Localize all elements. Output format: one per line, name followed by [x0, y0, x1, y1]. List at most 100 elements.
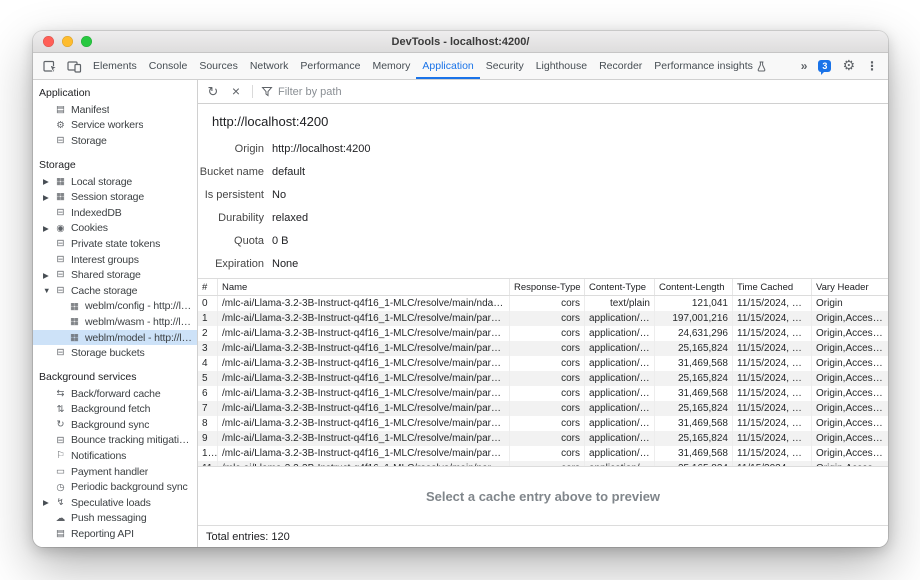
sidebar-item-back-forward-cache[interactable]: ⇆Back/forward cache: [33, 386, 197, 402]
cell-response_type: cors: [510, 431, 585, 446]
meta-value: No: [272, 189, 286, 201]
chevron-right-icon[interactable]: ▶: [43, 193, 54, 202]
tab-memory[interactable]: Memory: [366, 53, 416, 79]
filter-icon[interactable]: [261, 86, 273, 97]
cell-response_type: cors: [510, 386, 585, 401]
toolbar-divider: [252, 85, 253, 98]
chevron-down-icon[interactable]: ▼: [43, 286, 54, 295]
cache-entry-row[interactable]: 3/mlc-ai/Llama-3.2-3B-Instruct-q4f16_1-M…: [198, 341, 888, 356]
cache-metadata: http://localhost:4200 Originhttp://local…: [198, 104, 888, 278]
sidebar-item-session-storage[interactable]: ▶▦Session storage: [33, 189, 197, 205]
cell-content_type: application/oc…: [585, 401, 655, 416]
refresh-icon[interactable]: [203, 83, 223, 101]
sidebar-item-weblm-model-http-loc[interactable]: ▦weblm/model - http://loc…: [33, 330, 197, 346]
tab-label: Application: [422, 60, 473, 72]
chevron-right-icon[interactable]: ▶: [43, 498, 54, 507]
cache-entry-row[interactable]: 7/mlc-ai/Llama-3.2-3B-Instruct-q4f16_1-M…: [198, 401, 888, 416]
tab-lighthouse[interactable]: Lighthouse: [530, 53, 593, 79]
cell-name: /mlc-ai/Llama-3.2-3B-Instruct-q4f16_1-ML…: [218, 386, 510, 401]
sidebar-item-notifications[interactable]: ⚐Notifications: [33, 448, 197, 464]
inspect-element-icon[interactable]: [41, 57, 59, 75]
cache-entry-row[interactable]: 2/mlc-ai/Llama-3.2-3B-Instruct-q4f16_1-M…: [198, 326, 888, 341]
minimize-button[interactable]: [62, 36, 73, 47]
sidebar-item-payment-handler[interactable]: ▭Payment handler: [33, 464, 197, 480]
sidebar-item-interest-groups[interactable]: ⊟Interest groups: [33, 252, 197, 268]
cell-vary: Origin,Access…: [812, 356, 888, 371]
table-icon: ▦: [68, 333, 81, 343]
chevron-right-icon[interactable]: ▶: [43, 177, 54, 186]
sidebar-item-push-messaging[interactable]: ☁Push messaging: [33, 511, 197, 527]
cell-response_type: cors: [510, 311, 585, 326]
sidebar-item-speculative-loads[interactable]: ▶↯Speculative loads: [33, 495, 197, 511]
sidebar-item-periodic-background-sync[interactable]: ◷Periodic background sync: [33, 479, 197, 495]
sidebar-item-service-workers[interactable]: ⚙Service workers: [33, 118, 197, 134]
settings-gear-icon[interactable]: [842, 57, 855, 75]
sidebar-item-label: Shared storage: [71, 269, 141, 281]
tab-console[interactable]: Console: [143, 53, 194, 79]
kebab-menu-icon[interactable]: [866, 57, 878, 75]
cell-index: 8: [198, 416, 218, 431]
messages-badge[interactable]: 3: [818, 60, 831, 72]
device-toolbar-icon[interactable]: [65, 57, 83, 75]
cache-table-header: #NameResponse-TypeContent-TypeContent-Le…: [198, 278, 888, 296]
cache-entry-row[interactable]: 8/mlc-ai/Llama-3.2-3B-Instruct-q4f16_1-M…: [198, 416, 888, 431]
cache-entry-row[interactable]: 0/mlc-ai/Llama-3.2-3B-Instruct-q4f16_1-M…: [198, 296, 888, 311]
tab-application[interactable]: Application: [416, 53, 479, 79]
sidebar-item-shared-storage[interactable]: ▶⊟Shared storage: [33, 267, 197, 283]
zoom-button[interactable]: [81, 36, 92, 47]
sidebar-item-cookies[interactable]: ▶◉Cookies: [33, 221, 197, 237]
cache-entry-row[interactable]: 5/mlc-ai/Llama-3.2-3B-Instruct-q4f16_1-M…: [198, 371, 888, 386]
sidebar-item-local-storage[interactable]: ▶▦Local storage: [33, 174, 197, 190]
sidebar-item-private-state-tokens[interactable]: ⊟Private state tokens: [33, 236, 197, 252]
cache-entry-row[interactable]: 1/mlc-ai/Llama-3.2-3B-Instruct-q4f16_1-M…: [198, 311, 888, 326]
close-button[interactable]: [43, 36, 54, 47]
tab-security[interactable]: Security: [480, 53, 530, 79]
cell-name: /mlc-ai/Llama-3.2-3B-Instruct-q4f16_1-ML…: [218, 341, 510, 356]
cell-response_type: cors: [510, 341, 585, 356]
tab-recorder[interactable]: Recorder: [593, 53, 648, 79]
meta-row-durability: Durabilityrelaxed: [198, 206, 888, 229]
cell-time_cached: 11/15/2024, 10…: [733, 371, 812, 386]
cache-entry-row[interactable]: 4/mlc-ai/Llama-3.2-3B-Instruct-q4f16_1-M…: [198, 356, 888, 371]
tab-performance-insights[interactable]: Performance insights: [648, 53, 772, 79]
cache-entry-row[interactable]: 6/mlc-ai/Llama-3.2-3B-Instruct-q4f16_1-M…: [198, 386, 888, 401]
cell-time_cached: 11/15/2024, 10…: [733, 416, 812, 431]
more-tabs-button[interactable]: »: [801, 59, 808, 73]
sidebar-item-background-fetch[interactable]: ⇅Background fetch: [33, 402, 197, 418]
chevron-right-icon[interactable]: ▶: [43, 271, 54, 280]
sidebar-item-manifest[interactable]: ▤Manifest: [33, 102, 197, 118]
delete-icon[interactable]: [226, 83, 246, 101]
meta-label: Is persistent: [198, 189, 264, 201]
cell-content_length: 25,165,824: [655, 341, 733, 356]
sidebar-item-storage-buckets[interactable]: ⊟Storage buckets: [33, 345, 197, 361]
sidebar-item-label: Push messaging: [71, 512, 147, 524]
filter-by-path-input[interactable]: Filter by path: [278, 86, 342, 98]
chevron-right-icon[interactable]: ▶: [43, 224, 54, 233]
sidebar-item-storage[interactable]: ⊟Storage: [33, 133, 197, 149]
cache-entry-row[interactable]: 10/mlc-ai/Llama-3.2-3B-Instruct-q4f16_1-…: [198, 446, 888, 461]
cache-meta-rows: Originhttp://localhost:4200Bucket namede…: [198, 137, 888, 275]
database-icon: ⊟: [54, 239, 67, 249]
sidebar-item-weblm-wasm-http-loca[interactable]: ▦weblm/wasm - http://loca…: [33, 314, 197, 330]
sidebar-item-indexeddb[interactable]: ⊟IndexedDB: [33, 205, 197, 221]
cell-content_type: application/oc…: [585, 416, 655, 431]
sidebar-item-reporting-api[interactable]: ▤Reporting API: [33, 526, 197, 542]
tab-label: Elements: [93, 60, 137, 72]
tab-sources[interactable]: Sources: [193, 53, 244, 79]
cell-name: /mlc-ai/Llama-3.2-3B-Instruct-q4f16_1-ML…: [218, 326, 510, 341]
devtools-body: Application▤Manifest⚙Service workers⊟Sto…: [33, 80, 888, 547]
sidebar-item-weblm-config-http-loc[interactable]: ▦weblm/config - http://loc…: [33, 299, 197, 315]
tab-elements[interactable]: Elements: [87, 53, 143, 79]
sidebar-item-background-sync[interactable]: ↻Background sync: [33, 417, 197, 433]
cache-entry-row[interactable]: 9/mlc-ai/Llama-3.2-3B-Instruct-q4f16_1-M…: [198, 431, 888, 446]
cache-table-body: 0/mlc-ai/Llama-3.2-3B-Instruct-q4f16_1-M…: [198, 296, 888, 466]
cell-content_type: application/oc…: [585, 326, 655, 341]
sidebar-item-cache-storage[interactable]: ▼⊟Cache storage: [33, 283, 197, 299]
tab-network[interactable]: Network: [244, 53, 295, 79]
cache-origin-title: http://localhost:4200: [198, 104, 888, 137]
cell-content_type: application/oc…: [585, 341, 655, 356]
cell-content_type: application/oc…: [585, 311, 655, 326]
sidebar-item-bounce-tracking-mitigations[interactable]: ⊟Bounce tracking mitigations: [33, 433, 197, 449]
preview-placeholder: Select a cache entry above to preview: [426, 489, 660, 504]
tab-performance[interactable]: Performance: [294, 53, 366, 79]
